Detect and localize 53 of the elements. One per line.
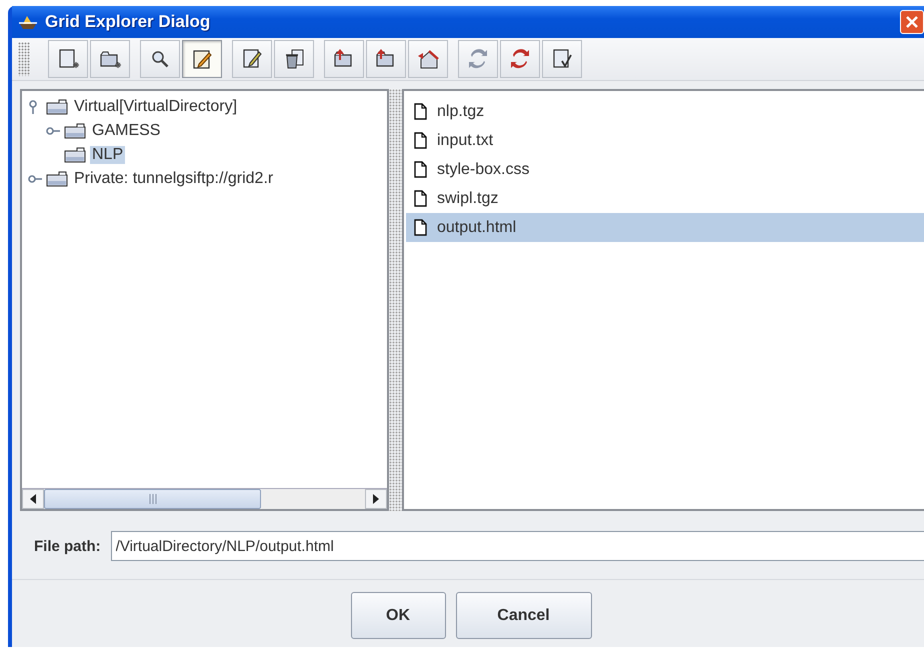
close-button[interactable]	[900, 10, 924, 34]
tree-item[interactable]: Virtual[VirtualDirectory]	[72, 98, 240, 116]
toolbar-button[interactable]	[48, 40, 88, 78]
tree-item[interactable]: GAMESS	[90, 122, 162, 140]
folder-icon	[64, 123, 86, 139]
page-pencil-icon	[241, 48, 263, 70]
cancel-button[interactable]: Cancel	[456, 592, 592, 639]
toolbar-button[interactable]	[182, 40, 222, 78]
file-list-item[interactable]: output.html	[406, 213, 924, 242]
new-page-icon	[57, 48, 79, 70]
toolbar-grip[interactable]	[18, 42, 30, 76]
toolbar-button[interactable]	[542, 40, 582, 78]
file-list-item[interactable]: style-box.css	[406, 155, 924, 184]
toolbar-button[interactable]	[232, 40, 272, 78]
toolbar-button[interactable]	[324, 40, 364, 78]
app-icon	[18, 14, 38, 30]
toolbar-button[interactable]	[90, 40, 130, 78]
toolbar-button[interactable]	[408, 40, 448, 78]
trash-icon	[283, 48, 305, 70]
file-list-item[interactable]: nlp.tgz	[406, 97, 924, 126]
file-icon	[414, 103, 427, 120]
file-icon	[414, 190, 427, 207]
expand-handle-icon[interactable]	[28, 100, 38, 114]
file-list-item[interactable]: swipl.tgz	[406, 184, 924, 213]
folder-icon	[46, 99, 68, 115]
toolbar-button[interactable]	[274, 40, 314, 78]
collapse-handle-icon[interactable]	[28, 174, 42, 184]
file-path-label: File path:	[34, 538, 101, 554]
ok-button[interactable]: OK	[350, 592, 446, 639]
file-icon	[414, 132, 427, 149]
page-check-icon	[551, 48, 573, 70]
file-icon	[414, 219, 427, 236]
tree-item[interactable]: NLP	[90, 146, 126, 164]
toolbar-button[interactable]	[366, 40, 406, 78]
left-arrow-icon[interactable]	[30, 494, 36, 504]
close-icon	[905, 15, 919, 29]
collapse-handle-icon[interactable]	[46, 126, 60, 136]
toolbar-button[interactable]	[140, 40, 180, 78]
file-list-item[interactable]: input.txt	[406, 126, 924, 155]
home-icon	[417, 48, 439, 70]
refresh-icon	[509, 48, 531, 70]
horizontal-scrollbar[interactable]	[22, 488, 387, 509]
folder-icon	[64, 147, 86, 163]
refresh-icon	[467, 48, 489, 70]
file-icon	[414, 161, 427, 178]
folder-icon	[46, 171, 68, 187]
right-arrow-icon[interactable]	[373, 494, 379, 504]
toolbar-button[interactable]	[500, 40, 540, 78]
file-path-field[interactable]: /VirtualDirectory/NLP/output.html	[110, 531, 924, 561]
grip-icon[interactable]	[148, 494, 156, 504]
tree-item[interactable]: Private: tunnelgsiftp://grid2.r	[72, 170, 276, 188]
window-title: Grid Explorer Dialog	[45, 12, 210, 32]
notepad-pencil-icon	[191, 48, 213, 70]
